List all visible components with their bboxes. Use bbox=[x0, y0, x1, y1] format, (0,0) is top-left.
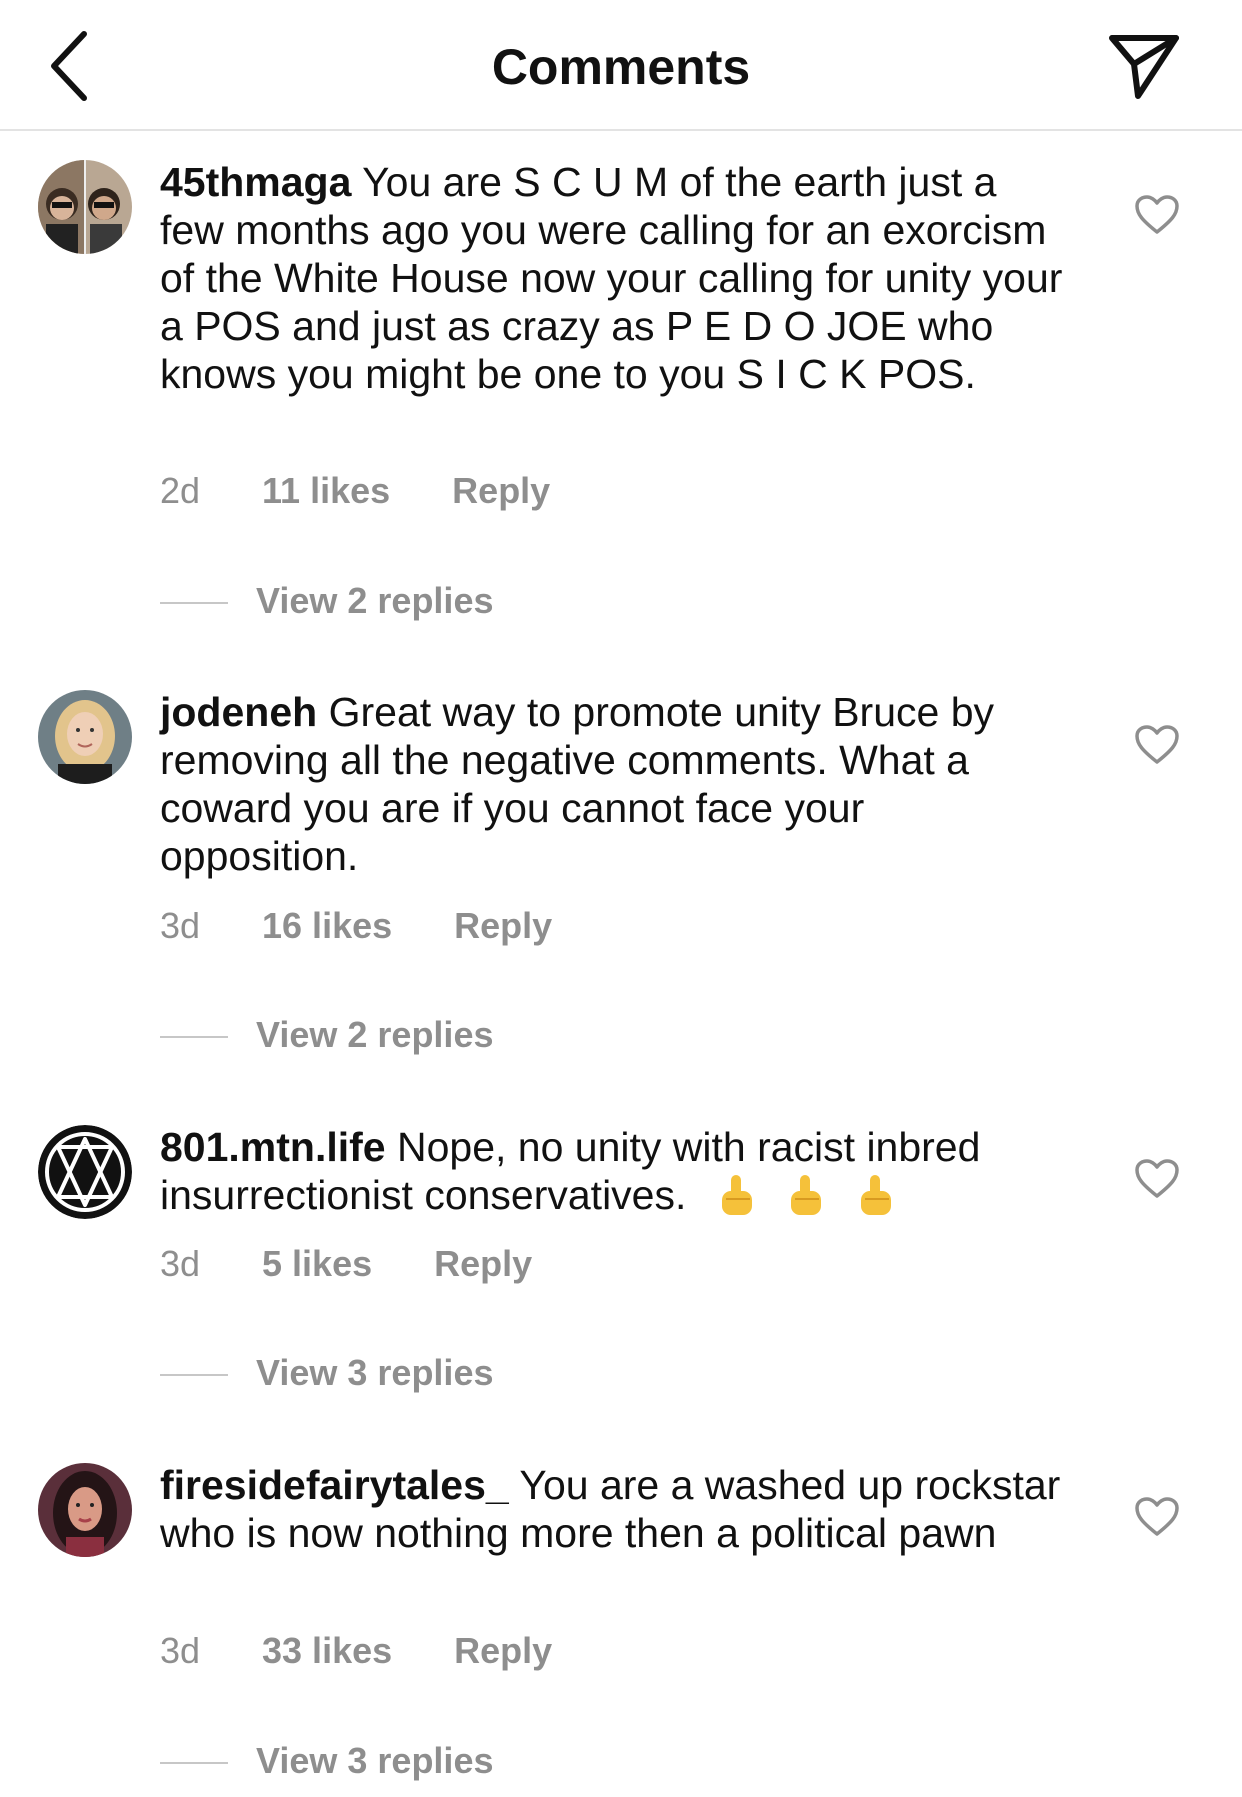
comment-text: jodeneh Great way to promote unity Bruce… bbox=[160, 688, 1065, 880]
avatar[interactable] bbox=[38, 160, 132, 254]
comment-username[interactable]: jodeneh bbox=[160, 689, 317, 735]
middle-finger-emoji bbox=[721, 1175, 752, 1215]
comment-likes[interactable]: 16 likes bbox=[262, 905, 392, 947]
page-title: Comments bbox=[491, 39, 751, 95]
view-replies-label: View 3 replies bbox=[256, 1740, 494, 1781]
comment-username[interactable]: 801.mtn.life bbox=[160, 1124, 386, 1170]
replies-divider bbox=[160, 1036, 228, 1038]
comment-time: 3d bbox=[160, 1243, 201, 1284]
heart-icon bbox=[1135, 1159, 1179, 1198]
like-button[interactable] bbox=[1134, 1496, 1180, 1538]
comment-meta: 3d 16 likes Reply bbox=[160, 905, 552, 947]
comment-likes[interactable]: 5 likes bbox=[262, 1243, 372, 1285]
comment-time: 2d bbox=[160, 470, 201, 511]
like-button[interactable] bbox=[1134, 1158, 1180, 1200]
paper-plane-icon bbox=[1109, 35, 1179, 99]
emoji-group bbox=[714, 1172, 897, 1218]
heart-icon bbox=[1135, 1497, 1179, 1536]
comment-time: 3d bbox=[160, 905, 201, 946]
comment-likes[interactable]: 33 likes bbox=[262, 1630, 392, 1672]
replies-divider bbox=[160, 602, 228, 604]
middle-finger-emoji bbox=[860, 1175, 891, 1215]
comment-meta: 3d 5 likes Reply bbox=[160, 1243, 532, 1285]
heart-icon bbox=[1135, 725, 1179, 764]
heart-icon bbox=[1135, 195, 1179, 234]
share-button[interactable] bbox=[1106, 28, 1182, 104]
comment-text: 801.mtn.life Nope, no unity with racist … bbox=[160, 1123, 1065, 1219]
view-replies-label: View 2 replies bbox=[256, 580, 494, 621]
comment-text: firesidefairytales_ You are a washed up … bbox=[160, 1461, 1065, 1557]
avatar[interactable] bbox=[38, 690, 132, 784]
comment-meta: 3d 33 likes Reply bbox=[160, 1630, 552, 1672]
top-bar: Comments bbox=[0, 0, 1242, 131]
reply-button[interactable]: Reply bbox=[454, 905, 552, 947]
like-button[interactable] bbox=[1134, 724, 1180, 766]
comment-username[interactable]: firesidefairytales_ bbox=[160, 1462, 509, 1508]
reply-button[interactable]: Reply bbox=[454, 1630, 552, 1672]
comment-username[interactable]: 45thmaga bbox=[160, 159, 351, 205]
avatar[interactable] bbox=[38, 1125, 132, 1219]
replies-divider bbox=[160, 1374, 228, 1376]
replies-divider bbox=[160, 1762, 228, 1764]
avatar[interactable] bbox=[38, 1463, 132, 1557]
comment-likes[interactable]: 11 likes bbox=[262, 470, 390, 512]
view-replies-label: View 3 replies bbox=[256, 1352, 494, 1393]
reply-button[interactable]: Reply bbox=[452, 470, 550, 512]
comment-meta: 2d 11 likes Reply bbox=[160, 470, 550, 512]
view-replies-label: View 2 replies bbox=[256, 1014, 494, 1055]
comment-time: 3d bbox=[160, 1630, 201, 1671]
like-button[interactable] bbox=[1134, 194, 1180, 236]
comment-text: 45thmaga You are S C U M of the earth ju… bbox=[160, 158, 1065, 398]
reply-button[interactable]: Reply bbox=[434, 1243, 532, 1285]
middle-finger-emoji bbox=[791, 1175, 822, 1215]
